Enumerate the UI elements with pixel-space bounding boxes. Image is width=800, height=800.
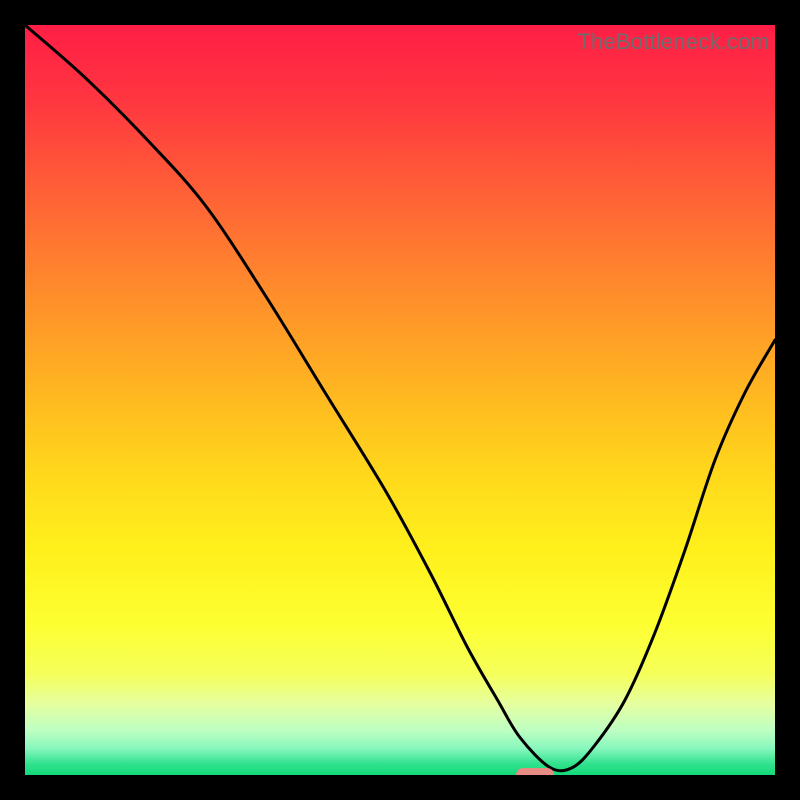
watermark-text: TheBottleneck.com <box>577 29 769 55</box>
bottleneck-curve <box>25 25 775 775</box>
plot-area: TheBottleneck.com <box>25 25 775 775</box>
optimum-marker <box>516 768 554 775</box>
outer-frame: TheBottleneck.com <box>0 0 800 800</box>
